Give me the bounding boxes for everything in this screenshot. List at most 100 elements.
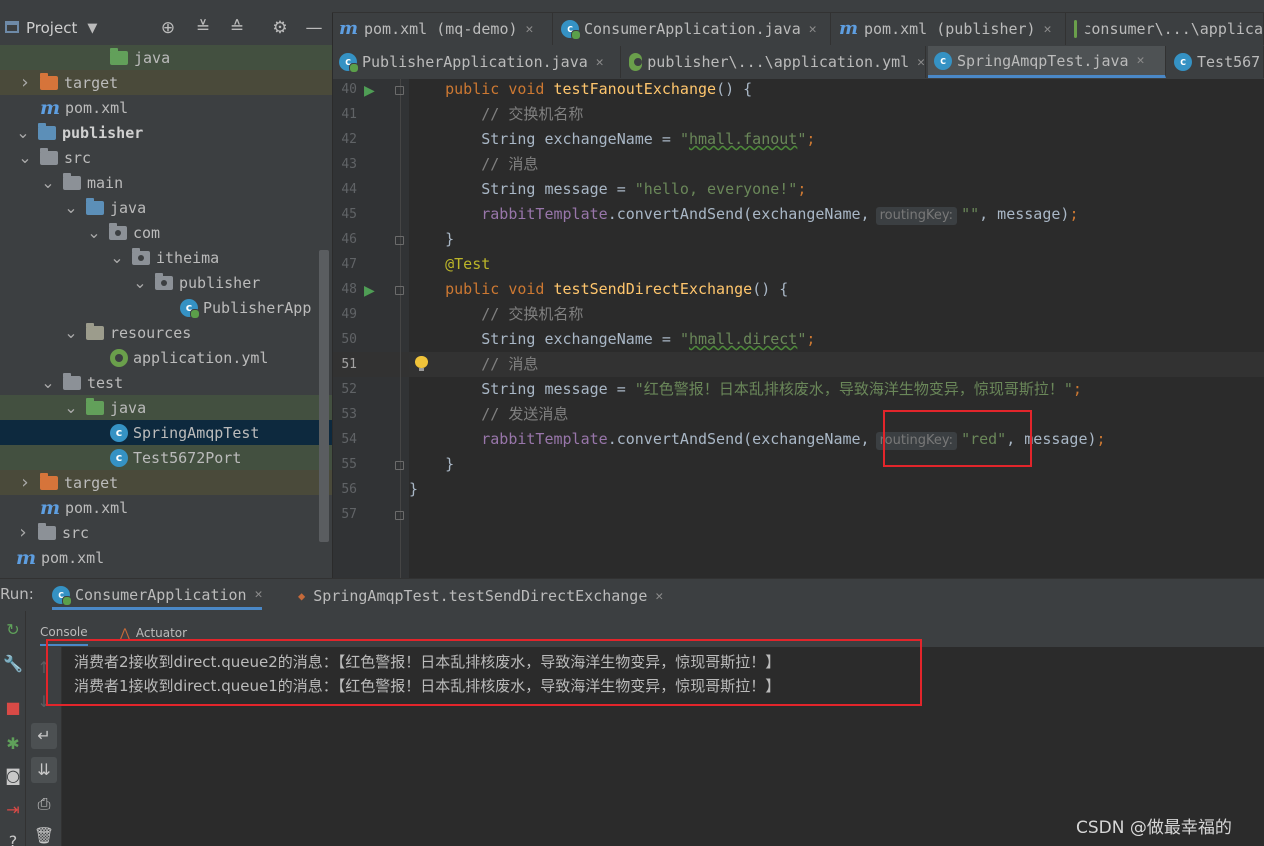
- close-icon[interactable]: ✕: [809, 22, 817, 37]
- editor-tab[interactable]: c SpringAmqpTest.java ✕: [928, 46, 1166, 78]
- run-tab[interactable]: ◆ SpringAmqpTest.testSendDirectExchange ✕: [298, 582, 663, 610]
- close-icon[interactable]: ✕: [255, 587, 263, 602]
- tree-item[interactable]: ⌄ itheima: [0, 245, 332, 270]
- tree-item[interactable]: m pom.xml: [0, 545, 332, 570]
- chevron-right-icon[interactable]: ›: [18, 472, 32, 493]
- code-line-40: public void testFanoutExchange() {: [409, 77, 752, 102]
- chevron-down-icon[interactable]: ⌄: [18, 148, 32, 167]
- rerun-icon[interactable]: ↻: [0, 617, 26, 643]
- chevron-down-icon[interactable]: ⌄: [87, 223, 101, 242]
- close-icon[interactable]: ✕: [526, 22, 534, 37]
- editor-tab[interactable]: c ConsumerApplication.java ✕: [555, 13, 831, 45]
- tree-item[interactable]: ⌄ main: [0, 170, 332, 195]
- code-string: hmall.fanout: [688, 130, 798, 148]
- chevron-down-icon[interactable]: ⌄: [41, 173, 55, 192]
- run-test-icon[interactable]: ▶: [364, 83, 380, 99]
- java-class-icon: c: [110, 423, 128, 442]
- chevron-down-icon[interactable]: ⌄: [16, 123, 30, 142]
- code-token: String message =: [481, 180, 635, 198]
- java-class-icon: c: [1174, 53, 1192, 71]
- tree-item[interactable]: m pom.xml: [0, 495, 332, 520]
- close-icon[interactable]: ✕: [655, 589, 663, 604]
- tree-item[interactable]: application.yml: [0, 345, 332, 370]
- chevron-down-icon[interactable]: ⌄: [133, 273, 147, 292]
- tree-item[interactable]: c SpringAmqpTest: [0, 420, 332, 445]
- tree-item[interactable]: ⌄ java: [0, 195, 332, 220]
- expand-all-icon[interactable]: ≚: [192, 17, 214, 39]
- tree-item[interactable]: ⌄ publisher: [0, 120, 332, 145]
- highlight-box-routing-key: [883, 410, 1032, 467]
- camera-icon[interactable]: ◙: [0, 763, 26, 789]
- scroll-to-end-icon[interactable]: ⇊: [31, 757, 57, 783]
- line-number: 52: [341, 382, 357, 397]
- editor-tab[interactable]: c Test567: [1168, 46, 1264, 78]
- tree-item[interactable]: c PublisherApp: [0, 295, 332, 320]
- trash-icon[interactable]: 🗑: [31, 823, 57, 846]
- editor-tab[interactable]: consumer\...\applica: [1068, 13, 1264, 45]
- stop-icon[interactable]: ■: [0, 695, 26, 721]
- close-icon[interactable]: ✕: [1137, 53, 1145, 68]
- close-icon[interactable]: ✕: [917, 55, 925, 70]
- chevron-down-icon[interactable]: ⌄: [110, 248, 124, 267]
- tree-item[interactable]: ⌄ resources: [0, 320, 332, 345]
- run-tab[interactable]: c ConsumerApplication ✕: [52, 582, 263, 610]
- chevron-right-icon[interactable]: ›: [18, 72, 32, 93]
- editor-tab-label: pom.xml (publisher): [864, 20, 1036, 38]
- exit-icon[interactable]: ⇥: [0, 797, 26, 823]
- chevron-right-icon[interactable]: ›: [16, 522, 30, 543]
- code-line-44: String message = "hello, everyone!";: [409, 177, 806, 202]
- fold-marker-icon[interactable]: [395, 511, 404, 520]
- tree-item[interactable]: m pom.xml: [0, 95, 332, 120]
- tree-item[interactable]: › target: [0, 70, 332, 95]
- gear-icon[interactable]: ⚙: [269, 17, 291, 39]
- help-icon[interactable]: ?: [0, 829, 26, 846]
- project-scrollbar[interactable]: [319, 250, 329, 542]
- chevron-down-icon[interactable]: ⌄: [64, 198, 78, 217]
- yml-file-icon: [1074, 20, 1089, 38]
- editor-tab[interactable]: c PublisherApplication.java ✕: [333, 46, 621, 78]
- tree-item[interactable]: java: [0, 45, 332, 70]
- tree-item-label: java: [110, 198, 147, 217]
- run-test-icon[interactable]: ▶: [364, 283, 380, 299]
- soft-wrap-icon[interactable]: ↵: [31, 723, 57, 749]
- code-token: String exchangeName =: [481, 130, 680, 148]
- tree-item[interactable]: ⌄ publisher: [0, 270, 332, 295]
- collapse-all-icon[interactable]: ≙: [226, 17, 248, 39]
- tree-item[interactable]: ⌄ java: [0, 395, 332, 420]
- code-token: String message =: [481, 380, 635, 398]
- code-token: ;: [1069, 205, 1079, 223]
- close-icon[interactable]: ✕: [596, 55, 604, 70]
- fold-marker-icon[interactable]: [395, 86, 404, 95]
- print-icon[interactable]: ⎙: [31, 791, 57, 817]
- wrench-icon[interactable]: 🔧: [0, 651, 26, 677]
- tree-item[interactable]: ⌄ src: [0, 145, 332, 170]
- view-dropdown-icon[interactable]: ▼: [87, 21, 97, 36]
- tree-item[interactable]: › target: [0, 470, 332, 495]
- fold-marker-icon[interactable]: [395, 236, 404, 245]
- chevron-down-icon[interactable]: ⌄: [64, 398, 78, 417]
- chevron-down-icon[interactable]: ⌄: [41, 373, 55, 392]
- editor-tab[interactable]: publisher\...\application.yml ✕: [623, 46, 926, 78]
- locate-icon[interactable]: ⊕: [157, 17, 179, 39]
- editor-tab[interactable]: m pom.xml (publisher) ✕: [833, 13, 1066, 45]
- chevron-down-icon[interactable]: ⌄: [64, 323, 78, 342]
- debug-icon[interactable]: ✱: [0, 731, 26, 757]
- line-number: 40: [341, 82, 357, 97]
- tree-item[interactable]: ⌄ com: [0, 220, 332, 245]
- editor-tab[interactable]: m pom.xml (mq-demo) ✕: [333, 13, 553, 45]
- code-field: rabbitTemplate: [481, 205, 608, 223]
- fold-marker-icon[interactable]: [395, 286, 404, 295]
- code-token: .convertAndSend(exchangeName,: [607, 205, 870, 223]
- line-number: 57: [341, 507, 357, 522]
- tree-item[interactable]: c Test5672Port: [0, 445, 332, 470]
- code-line-51: // 消息: [409, 352, 538, 377]
- project-panel-title[interactable]: Project: [26, 19, 77, 37]
- code-token: testFanoutExchange: [553, 80, 717, 98]
- fold-marker-icon[interactable]: [395, 461, 404, 470]
- tree-item[interactable]: › src: [0, 520, 332, 545]
- tree-item[interactable]: ⌄ test: [0, 370, 332, 395]
- hide-panel-icon[interactable]: —: [303, 17, 325, 39]
- tab-console-label: Console: [40, 625, 88, 639]
- close-icon[interactable]: ✕: [1044, 22, 1052, 37]
- code-line-41: // 交换机名称: [409, 102, 583, 127]
